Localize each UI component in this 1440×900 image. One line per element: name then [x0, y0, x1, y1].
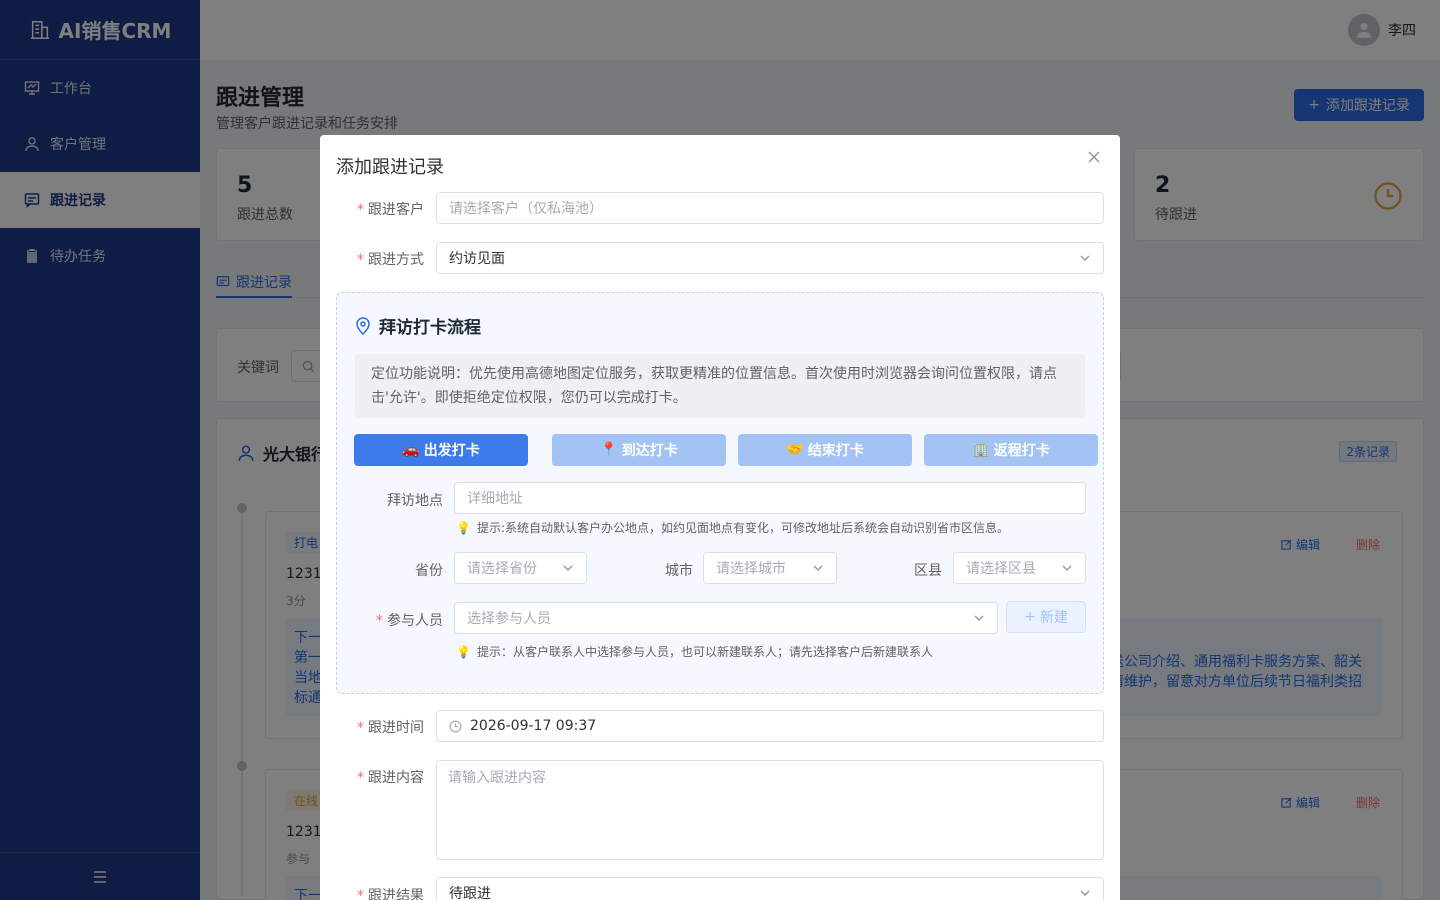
district-placeholder: 请选择区县: [966, 561, 1036, 577]
participants-label: * 参与人员: [376, 613, 443, 629]
handshake-icon: 🤝: [786, 442, 804, 458]
customer-label: * 跟进客户: [357, 202, 424, 218]
province-placeholder: 请选择省份: [467, 561, 537, 577]
plus-icon: +: [1024, 609, 1036, 625]
chevron-down-icon: [974, 615, 984, 621]
participants-tip-text: 提示：从客户联系人中选择参与人员，也可以新建联系人；请先选择客户后新建联系人: [476, 645, 933, 659]
method-value: 约访见面: [449, 251, 505, 267]
chevron-down-icon: [1080, 255, 1090, 261]
participants-select[interactable]: 选择参与人员: [454, 602, 998, 634]
close-icon[interactable]: [1086, 149, 1102, 165]
city-select[interactable]: 请选择城市: [703, 552, 837, 584]
customer-select[interactable]: 请选择客户（仅私海池）: [436, 192, 1104, 224]
office-icon: 🏢: [972, 442, 990, 458]
address-placeholder: 详细地址: [467, 491, 523, 507]
chevron-down-icon: [813, 565, 823, 571]
chevron-down-icon: [1080, 890, 1090, 896]
chevron-down-icon: [563, 565, 573, 571]
location-note: 定位功能说明：优先使用高德地图定位服务，获取更精准的位置信息。首次使用时浏览器会…: [355, 354, 1085, 418]
pin-icon: 📍: [600, 442, 618, 458]
result-select[interactable]: 待跟进: [436, 877, 1104, 900]
visit-checkin-panel: 拜访打卡流程 定位功能说明：优先使用高德地图定位服务，获取更精准的位置信息。首次…: [336, 292, 1104, 694]
location-pin-icon: [356, 316, 370, 335]
visit-title: 拜访打卡流程: [355, 313, 481, 338]
depart-checkin-button[interactable]: 🚗 出发打卡: [354, 434, 528, 466]
end-checkin-label: 结束打卡: [807, 443, 864, 459]
district-select[interactable]: 请选择区县: [953, 552, 1086, 584]
time-value: 2026-09-17 09:37: [470, 718, 597, 734]
district-label: 区县: [914, 563, 942, 579]
result-label: * 跟进结果: [357, 888, 424, 900]
content-placeholder: 请输入跟进内容: [448, 770, 546, 786]
customer-placeholder: 请选择客户（仅私海池）: [449, 201, 603, 217]
method-label: * 跟进方式: [357, 252, 424, 268]
clock-icon: [449, 720, 462, 732]
content-textarea[interactable]: 请输入跟进内容: [436, 760, 1104, 860]
visit-title-text: 拜访打卡流程: [379, 318, 481, 338]
time-label: * 跟进时间: [357, 720, 424, 736]
depart-checkin-label: 出发打卡: [423, 443, 480, 459]
lightbulb-icon: 💡: [456, 520, 471, 535]
method-select[interactable]: 约访见面: [436, 242, 1104, 274]
arrive-checkin-label: 到达打卡: [621, 443, 678, 459]
lightbulb-icon: 💡: [456, 644, 471, 659]
result-value: 待跟进: [449, 886, 491, 900]
participants-tip: 💡 提示：从客户联系人中选择参与人员，也可以新建联系人；请先选择客户后新建联系人: [456, 643, 933, 660]
new-contact-label: 新建: [1039, 610, 1068, 626]
arrive-checkin-button[interactable]: 📍 到达打卡: [552, 434, 726, 466]
address-input[interactable]: 详细地址: [454, 482, 1086, 514]
participants-placeholder: 选择参与人员: [467, 611, 551, 627]
end-checkin-button[interactable]: 🤝 结束打卡: [738, 434, 912, 466]
return-checkin-label: 返程打卡: [993, 443, 1050, 459]
address-label: 拜访地点: [387, 493, 443, 509]
dialog-title: 添加跟进记录: [336, 157, 444, 178]
city-label: 城市: [665, 563, 693, 579]
city-placeholder: 请选择城市: [716, 561, 786, 577]
content-label: * 跟进内容: [357, 770, 424, 786]
time-picker[interactable]: 2026-09-17 09:37: [436, 710, 1104, 742]
address-tip-text: 提示:系统自动默认客户办公地点，如约见面地点有变化，可修改地址后系统会自动识别省…: [476, 521, 1010, 535]
address-tip: 💡 提示:系统自动默认客户办公地点，如约见面地点有变化，可修改地址后系统会自动识…: [456, 519, 1009, 536]
chevron-down-icon: [1062, 565, 1072, 571]
province-label: 省份: [415, 563, 443, 579]
return-checkin-button[interactable]: 🏢 返程打卡: [924, 434, 1098, 466]
car-icon: 🚗: [402, 442, 420, 458]
add-followup-dialog: 添加跟进记录 * 跟进客户 请选择客户（仅私海池） * 跟进方式 约访见面 拜访打卡…: [320, 135, 1120, 900]
province-select[interactable]: 请选择省份: [454, 552, 587, 584]
new-contact-button[interactable]: + 新建: [1006, 601, 1086, 633]
